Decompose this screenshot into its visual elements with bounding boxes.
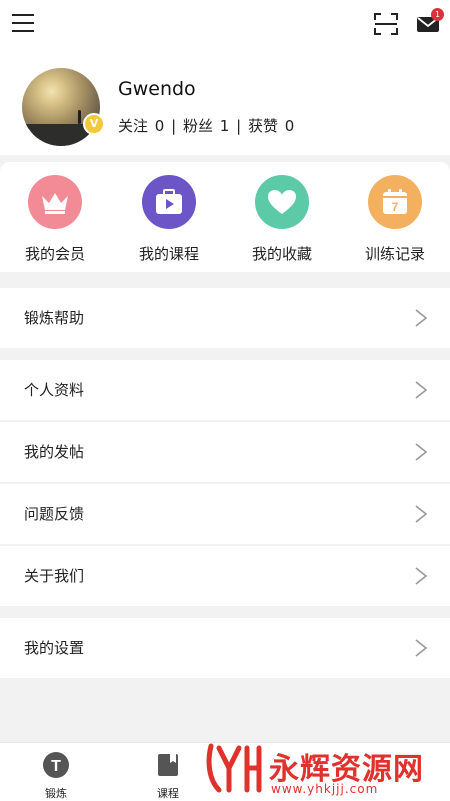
menu-label: 我的发帖	[24, 443, 85, 461]
chevron-right-icon	[415, 505, 428, 523]
vip-badge: V	[83, 113, 105, 135]
menu-about-us[interactable]: 关于我们	[0, 546, 450, 606]
feature-label: 我的会员	[24, 245, 85, 263]
chevron-right-icon	[415, 639, 428, 657]
feature-label: 我的收藏	[251, 245, 312, 263]
chevron-right-icon	[415, 309, 428, 327]
menu-personal-info[interactable]: 个人资料	[0, 360, 450, 420]
feature-favorites[interactable]: 我的收藏	[232, 175, 332, 264]
likes-value[interactable]: 0	[285, 117, 295, 135]
chevron-right-icon	[415, 381, 428, 399]
menu-settings[interactable]: 我的设置	[0, 618, 450, 678]
menu-label: 个人资料	[24, 381, 85, 399]
calendar-day: 7	[392, 200, 399, 214]
feature-label: 我的课程	[138, 245, 199, 263]
svg-text:T: T	[51, 758, 61, 775]
menu-label: 关于我们	[24, 567, 85, 585]
watermark-logo	[206, 743, 262, 793]
profile-section: V	[0, 50, 450, 155]
scan-icon[interactable]	[374, 13, 398, 35]
fans-label[interactable]: 粉丝	[183, 117, 213, 135]
following-label[interactable]: 关注	[118, 117, 148, 135]
mail-badge: 1	[431, 8, 444, 21]
menu-label: 问题反馈	[24, 505, 85, 523]
menu-icon[interactable]	[12, 14, 34, 32]
tab-exercise[interactable]: T 锻炼	[26, 751, 86, 801]
likes-label[interactable]: 获赞	[248, 117, 278, 135]
tab-label: 锻炼	[45, 787, 67, 800]
following-value[interactable]: 0	[155, 117, 165, 135]
menu-label: 我的设置	[24, 639, 85, 657]
feature-training-records[interactable]: 7 训练记录	[345, 175, 445, 264]
menu-label: 锻炼帮助	[24, 309, 85, 327]
menu-my-posts[interactable]: 我的发帖	[0, 422, 450, 482]
tab-label: 课程	[157, 787, 179, 800]
stats-separator: |	[236, 117, 242, 135]
profile-stats: 关注 0 | 粉丝 1 | 获赞 0	[118, 115, 296, 136]
feature-courses[interactable]: 我的课程	[119, 175, 219, 264]
chevron-right-icon	[415, 443, 428, 461]
feature-card: 我的会员 我的课程 我的收藏 7 训练记录	[0, 162, 450, 272]
top-bar: 1	[0, 0, 450, 50]
feature-label: 训练记录	[364, 245, 425, 263]
watermark-url: www.yhkjjj.com	[271, 782, 379, 796]
calendar-icon: 7	[368, 175, 422, 229]
heart-icon	[255, 175, 309, 229]
watermark: 永辉资源网 www.yhkjjj.com	[205, 738, 445, 798]
stats-separator: |	[171, 117, 177, 135]
avatar[interactable]	[22, 68, 100, 146]
book-icon	[158, 754, 178, 776]
chevron-right-icon	[415, 567, 428, 585]
fans-value[interactable]: 1	[220, 117, 230, 135]
crown-icon	[28, 175, 82, 229]
course-icon	[142, 175, 196, 229]
exercise-tab-icon: T	[43, 752, 69, 778]
menu-feedback[interactable]: 问题反馈	[0, 484, 450, 544]
menu-exercise-help[interactable]: 锻炼帮助	[0, 288, 450, 348]
username: Gwendo	[118, 78, 196, 100]
feature-membership[interactable]: 我的会员	[5, 175, 105, 264]
tab-courses[interactable]: 课程	[138, 751, 198, 801]
